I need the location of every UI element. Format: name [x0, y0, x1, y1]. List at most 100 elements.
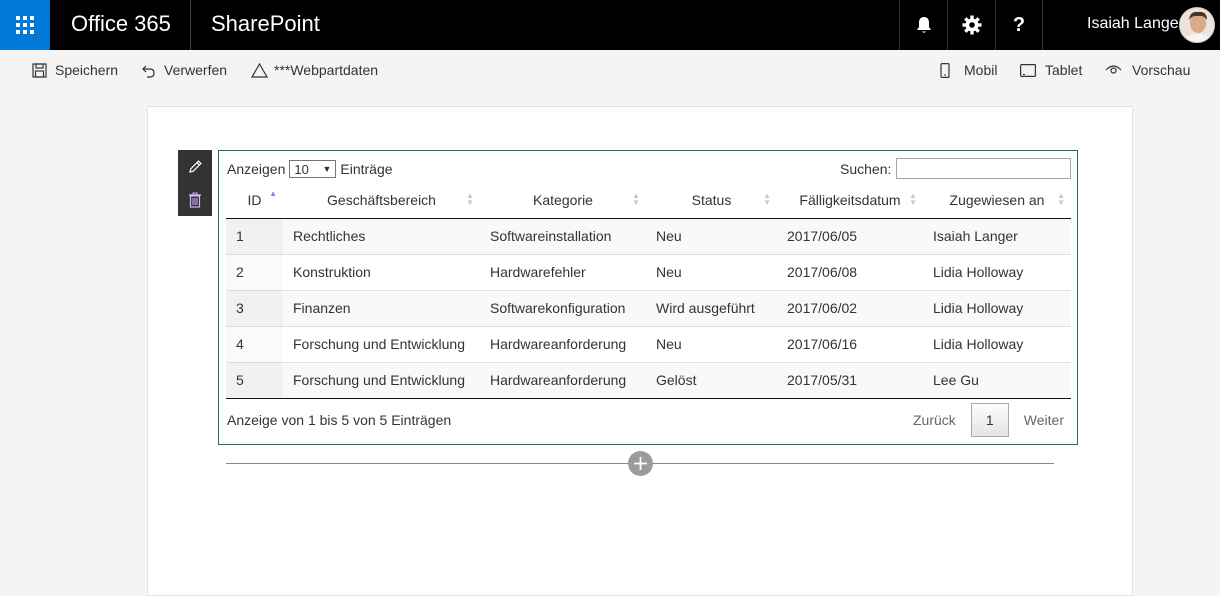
pagination: Zurück 1 Weiter — [903, 403, 1074, 437]
settings-button[interactable] — [947, 0, 995, 50]
sort-icon: ▲ ▼ — [1057, 191, 1065, 207]
cell-assigned-to: Lidia Holloway — [923, 253, 1071, 290]
sort-icon: ▲ ▼ — [466, 191, 474, 207]
cell-status: Neu — [646, 325, 777, 362]
cell-assigned-to: Lidia Holloway — [923, 289, 1071, 326]
data-table: ID ▲ Geschäftsbereich ▲ ▼ Kategorie ▲ ▼ Statu… — [226, 183, 1071, 399]
bell-icon — [916, 17, 931, 33]
add-webpart-button[interactable] — [628, 451, 653, 476]
command-bar: Speichern Verwerfen ***Webpartdaten Mobi… — [0, 50, 1220, 90]
page-length-control: Anzeigen 10 ▼ Einträge — [227, 160, 393, 178]
divider — [190, 0, 191, 50]
cell-due-date: 2017/06/05 — [777, 218, 923, 254]
cell-category: Hardwareanforderung — [480, 361, 646, 399]
table-row[interactable]: 3 Finanzen Softwarekonfiguration Wird au… — [226, 289, 1071, 326]
chevron-down-icon: ▼ — [322, 164, 332, 174]
page-length-select[interactable]: 10 ▼ — [289, 160, 337, 178]
pencil-icon — [189, 159, 202, 173]
column-header-due-date[interactable]: Fälligkeitsdatum ▲ ▼ — [777, 183, 923, 219]
gear-icon — [962, 15, 981, 35]
plus-icon — [634, 457, 647, 470]
help-button[interactable]: ? — [995, 0, 1043, 50]
cell-status: Neu — [646, 253, 777, 290]
webpart-data-button[interactable]: ***Webpartdaten — [251, 50, 378, 90]
avatar[interactable] — [1179, 7, 1215, 43]
datatable-webpart: Anzeigen 10 ▼ Einträge Suchen: ID ▲ Gesch… — [218, 150, 1078, 445]
user-name[interactable]: Isaiah Langer — [1087, 15, 1184, 33]
cell-due-date: 2017/06/16 — [777, 325, 923, 362]
edit-webpart-button[interactable] — [178, 150, 212, 183]
trash-icon — [189, 192, 201, 208]
sort-ascending-icon: ▲ — [269, 189, 277, 198]
cell-id: 3 — [226, 289, 283, 326]
mobile-label: Mobil — [964, 62, 998, 78]
cell-business-area: Forschung und Entwicklung — [283, 325, 480, 362]
save-icon — [32, 62, 47, 78]
next-page-button[interactable]: Weiter — [1014, 412, 1074, 428]
cell-status: Neu — [646, 218, 777, 254]
cell-due-date: 2017/05/31 — [777, 361, 923, 399]
table-row[interactable]: 2 Konstruktion Hardwarefehler Neu 2017/0… — [226, 253, 1071, 290]
column-header-id[interactable]: ID ▲ — [226, 183, 283, 219]
tablet-label: Tablet — [1045, 62, 1083, 78]
cell-id: 1 — [226, 218, 283, 254]
cell-assigned-to: Lidia Holloway — [923, 325, 1071, 362]
cell-business-area: Forschung und Entwicklung — [283, 361, 480, 399]
webpart-toolbar — [178, 150, 212, 216]
length-suffix: Einträge — [340, 161, 393, 177]
brand-link[interactable]: Office 365 — [71, 11, 171, 37]
app-name-link[interactable]: SharePoint — [211, 11, 320, 37]
table-row[interactable]: 4 Forschung und Entwicklung Hardwareanfo… — [226, 325, 1071, 362]
cell-status: Gelöst — [646, 361, 777, 399]
cell-id: 4 — [226, 325, 283, 362]
cell-category: Hardwarefehler — [480, 253, 646, 290]
length-prefix: Anzeigen — [227, 161, 286, 177]
app-launcher-button[interactable] — [0, 0, 50, 50]
preview-label: Vorschau — [1132, 62, 1191, 78]
preview-button[interactable]: Vorschau — [1105, 50, 1190, 90]
table-row[interactable]: 5 Forschung und Entwicklung Hardwareanfo… — [226, 361, 1071, 399]
previous-page-button[interactable]: Zurück — [903, 412, 966, 428]
tablet-preview-button[interactable]: Tablet — [1020, 50, 1082, 90]
search-input[interactable] — [896, 158, 1072, 179]
table-row[interactable]: 1 Rechtliches Softwareinstallation Neu 2… — [226, 218, 1071, 254]
user-photo-icon — [1180, 8, 1214, 42]
sort-icon: ▲ ▼ — [632, 191, 640, 207]
webpart-data-label: ***Webpartdaten — [274, 62, 379, 78]
column-header-assigned-to[interactable]: Zugewiesen an ▲ ▼ — [923, 183, 1071, 219]
discard-button[interactable]: Verwerfen — [141, 50, 227, 90]
cell-category: Hardwareanforderung — [480, 325, 646, 362]
sort-icon: ▲ ▼ — [763, 191, 771, 207]
phone-icon — [940, 62, 950, 78]
table-info: Anzeige von 1 bis 5 von 5 Einträgen — [227, 412, 452, 428]
cell-category: Softwarekonfiguration — [480, 289, 646, 326]
cell-id: 2 — [226, 253, 283, 290]
cell-business-area: Finanzen — [283, 289, 480, 326]
search-label: Suchen: — [840, 160, 892, 177]
cell-id: 5 — [226, 361, 283, 399]
table-header-row: ID ▲ Geschäftsbereich ▲ ▼ Kategorie ▲ ▼ Statu… — [226, 183, 1071, 219]
cell-assigned-to: Lee Gu — [923, 361, 1071, 399]
delete-webpart-button[interactable] — [178, 183, 212, 216]
warning-triangle-icon — [251, 62, 268, 78]
save-button[interactable]: Speichern — [32, 50, 118, 90]
cell-due-date: 2017/06/08 — [777, 253, 923, 290]
mobile-preview-button[interactable]: Mobil — [940, 50, 997, 90]
cell-business-area: Konstruktion — [283, 253, 480, 290]
cell-status: Wird ausgeführt — [646, 289, 777, 326]
page-number-button[interactable]: 1 — [970, 403, 1009, 437]
suite-bar: Office 365 SharePoint ? Isaiah Langer — [0, 0, 1220, 50]
cell-business-area: Rechtliches — [283, 218, 480, 254]
save-label: Speichern — [55, 62, 119, 78]
cell-assigned-to: Isaiah Langer — [923, 218, 1071, 254]
cell-due-date: 2017/06/02 — [777, 289, 923, 326]
column-header-business-area[interactable]: Geschäftsbereich ▲ ▼ — [283, 183, 480, 219]
waffle-icon — [16, 16, 34, 34]
column-header-category[interactable]: Kategorie ▲ ▼ — [480, 183, 646, 219]
eye-icon — [1105, 65, 1122, 74]
column-header-status[interactable]: Status ▲ ▼ — [646, 183, 777, 219]
cell-category: Softwareinstallation — [480, 218, 646, 254]
tablet-icon — [1020, 63, 1036, 77]
discard-label: Verwerfen — [164, 62, 228, 78]
notifications-button[interactable] — [899, 0, 947, 50]
